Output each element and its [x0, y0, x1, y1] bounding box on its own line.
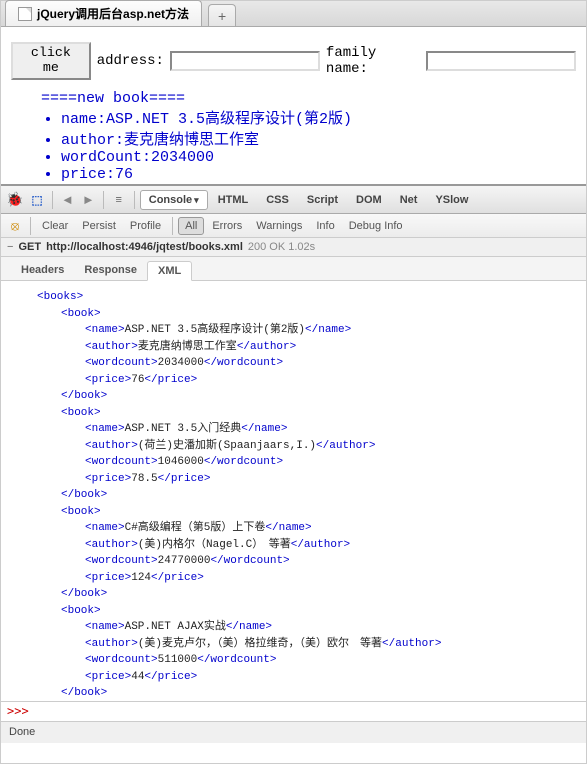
xml-node: <author>(美)内格尔（Nagel.C） 等著</author> — [13, 537, 574, 554]
book-output: ====new book==== name:ASP.NET 3.5高级程序设计(… — [41, 90, 576, 184]
xml-node: </book> — [13, 685, 574, 701]
separator — [172, 217, 173, 235]
address-input[interactable] — [170, 51, 320, 71]
xml-node: <name>ASP.NET 3.5入门经典</name> — [13, 421, 574, 438]
clear-button[interactable]: Clear — [36, 218, 74, 234]
tab-html[interactable]: HTML — [210, 191, 257, 209]
family-name-label: family name: — [326, 45, 420, 77]
xml-node: <wordcount>511000</wordcount> — [13, 652, 574, 669]
console-toolbar: ⦻ Clear Persist Profile All Errors Warni… — [1, 214, 586, 238]
list-item: author:麦克唐纳博思工作室 — [61, 128, 576, 149]
inspect-icon[interactable]: ⬚ — [27, 190, 47, 210]
separator — [134, 191, 135, 209]
devtools-panel: 🐞 ⬚ ◄ ► ≡ Console HTML CSS Script DOM Ne… — [1, 184, 586, 743]
xml-node: <price>44</price> — [13, 669, 574, 686]
xml-node: <book> — [13, 603, 574, 620]
xml-node: <name>ASP.NET AJAX实战</name> — [13, 619, 574, 636]
request-status: 200 OK 1.02s — [248, 241, 315, 253]
book-header: ====new book==== — [41, 90, 576, 107]
persist-button[interactable]: Persist — [76, 218, 122, 234]
xml-node: <book> — [13, 405, 574, 422]
subtab-xml[interactable]: XML — [147, 261, 192, 281]
http-method: GET — [18, 241, 41, 253]
xml-response-panel: <books><book><name>ASP.NET 3.5高级程序设计(第2版… — [1, 281, 586, 701]
xml-node: </book> — [13, 388, 574, 405]
tab-dom[interactable]: DOM — [348, 191, 390, 209]
devtools-toolbar: 🐞 ⬚ ◄ ► ≡ Console HTML CSS Script DOM Ne… — [1, 186, 586, 214]
xml-node: <author>(美)麦克卢尔，（美）格拉维奇，（美）欧尔 等著</author… — [13, 636, 574, 653]
xml-node: </book> — [13, 586, 574, 603]
filter-errors[interactable]: Errors — [206, 218, 248, 234]
address-label: address: — [97, 53, 164, 69]
xml-node: </book> — [13, 487, 574, 504]
xml-node: <author>(荷兰)史潘加斯(Spaanjaars,I.)</author> — [13, 438, 574, 455]
list-item: price:76 — [61, 166, 576, 183]
collapse-icon[interactable]: − — [7, 241, 13, 253]
filter-info[interactable]: Info — [310, 218, 340, 234]
xml-node: <name>ASP.NET 3.5高级程序设计(第2版)</name> — [13, 322, 574, 339]
network-request-row[interactable]: − GET http://localhost:4946/jqtest/books… — [1, 238, 586, 257]
xml-node: <wordcount>2034000</wordcount> — [13, 355, 574, 372]
xml-node: <author>麦克唐纳博思工作室</author> — [13, 339, 574, 356]
xml-node: <name>C#高级编程（第5版）上下卷</name> — [13, 520, 574, 537]
command-line[interactable]: >>> — [1, 701, 586, 721]
subtab-headers[interactable]: Headers — [11, 261, 74, 280]
browser-tab-bar: jQuery调用后台asp.net方法 + — [1, 1, 586, 27]
tab-net[interactable]: Net — [392, 191, 426, 209]
xml-node: <price>76</price> — [13, 372, 574, 389]
separator — [52, 191, 53, 209]
xml-node: <book> — [13, 306, 574, 323]
xml-node: <books> — [13, 289, 574, 306]
forward-button[interactable]: ► — [79, 192, 98, 207]
list-item: wordCount:2034000 — [61, 149, 576, 166]
family-name-input[interactable] — [426, 51, 576, 71]
tab-css[interactable]: CSS — [258, 191, 297, 209]
separator — [30, 217, 31, 235]
profile-button[interactable]: Profile — [124, 218, 167, 234]
new-tab-button[interactable]: + — [208, 4, 236, 26]
break-icon[interactable]: ⦻ — [5, 216, 25, 236]
response-subtabs: Headers Response XML — [1, 257, 586, 281]
request-url: http://localhost:4946/jqtest/books.xml — [46, 241, 243, 253]
xml-node: <price>78.5</price> — [13, 471, 574, 488]
xml-node: <book> — [13, 504, 574, 521]
firebug-icon[interactable]: 🐞 — [5, 190, 25, 210]
page-icon — [18, 7, 32, 21]
tab-console[interactable]: Console — [140, 190, 208, 210]
tab-script[interactable]: Script — [299, 191, 346, 209]
status-bar: Done — [1, 721, 586, 743]
subtab-response[interactable]: Response — [74, 261, 147, 280]
tab-yslow[interactable]: YSlow — [427, 191, 476, 209]
form-row: click me address: family name: — [11, 42, 576, 80]
xml-node: <wordcount>1046000</wordcount> — [13, 454, 574, 471]
filter-debug[interactable]: Debug Info — [343, 218, 409, 234]
separator — [103, 191, 104, 209]
filter-all[interactable]: All — [178, 217, 204, 235]
browser-tab[interactable]: jQuery调用后台asp.net方法 — [5, 0, 202, 26]
xml-node: <price>124</price> — [13, 570, 574, 587]
menu-icon[interactable]: ≡ — [109, 190, 129, 210]
back-button[interactable]: ◄ — [58, 192, 77, 207]
page-content: click me address: family name: ====new b… — [1, 27, 586, 184]
filter-warnings[interactable]: Warnings — [250, 218, 308, 234]
click-me-button[interactable]: click me — [11, 42, 91, 80]
xml-node: <wordcount>24770000</wordcount> — [13, 553, 574, 570]
tab-title: jQuery调用后台asp.net方法 — [37, 5, 189, 22]
list-item: name:ASP.NET 3.5高级程序设计(第2版) — [61, 107, 576, 128]
